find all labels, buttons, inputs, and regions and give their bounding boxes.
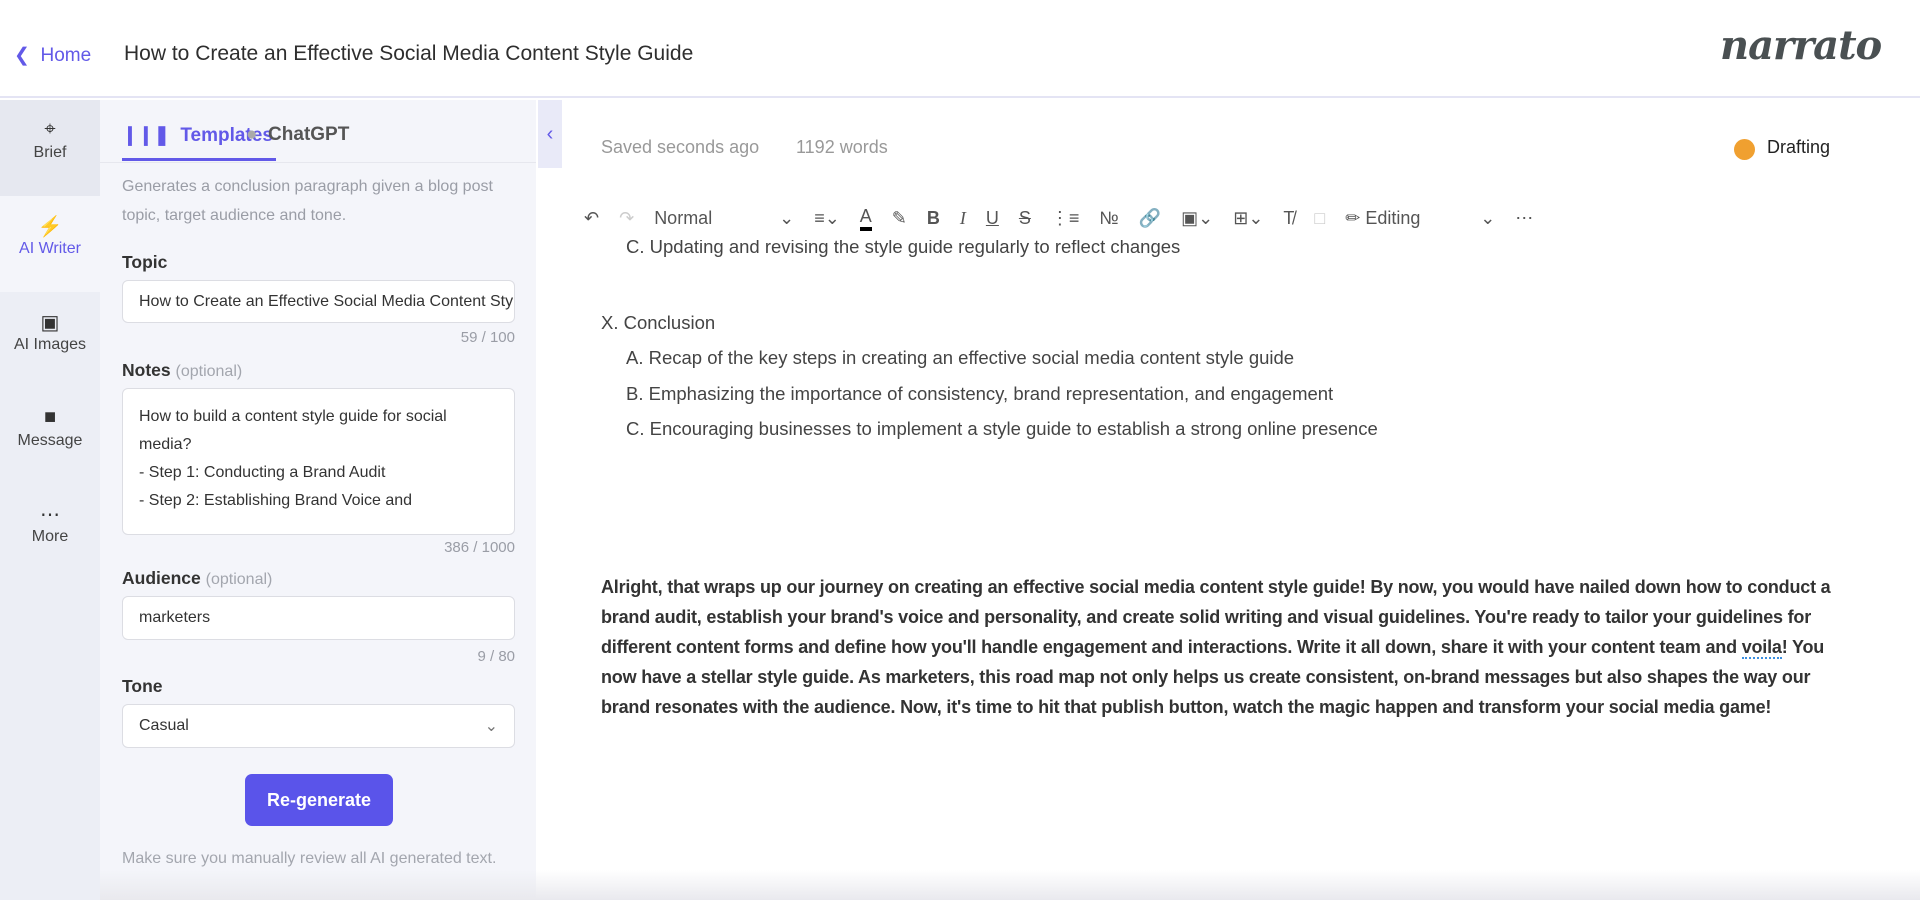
review-disclaimer: Make sure you manually review all AI gen… [122,850,497,867]
save-status: Saved seconds ago [601,137,760,157]
underline-icon[interactable]: U [986,208,999,229]
chevron-left-icon: ‹ [546,122,554,145]
status-dot [1734,139,1755,160]
audience-input[interactable]: marketers [122,596,515,640]
topic-label: Topic [122,252,168,272]
pencil-icon: ✏ [1345,207,1361,228]
comment-icon[interactable]: □ [1314,208,1325,229]
lightning-icon: ⚡ [37,216,63,238]
notes-label: Notes (optional) [122,360,242,381]
narrato-logo: narrato [1720,22,1882,69]
active-tab-underline [122,158,276,161]
outline-heading: X. Conclusion [601,312,716,333]
tone-label: Tone [122,676,163,696]
editor-toolbar: ↶ ↷ Normal ⌄ ≡⌄ A ✎ B I U S ⋮≡ № 🔗 ▣⌄ ⊞⌄ … [584,200,1784,236]
notes-textarea[interactable]: How to build a content style guide for s… [122,388,515,535]
home-link[interactable]: ❮ Home [14,44,91,67]
rail-label: AI Writer [19,240,81,257]
rail-item-ai-writer[interactable]: ⚡ AI Writer [0,196,100,292]
undo-icon[interactable]: ↶ [584,208,599,229]
home-label: Home [40,45,92,66]
paragraph-style-value: Normal [654,207,713,228]
numbered-list-icon[interactable]: № [1099,208,1118,229]
books-icon: ❙❙❚ [122,125,170,146]
align-icon[interactable]: ≡⌄ [814,208,840,229]
rail-label: Message [17,432,83,449]
topic-input[interactable]: How to Create an Effective Social Media … [122,280,515,323]
tab-divider [100,162,536,163]
notes-label-text: Notes [122,360,171,380]
redo-icon[interactable]: ↷ [619,208,634,229]
left-rail: ⌖ Brief ⚡ AI Writer ▣ AI Images ■ Message ⋯ M… [0,100,100,900]
tab-chatgpt[interactable]: ● ChatGPT [246,124,349,146]
highlight-icon[interactable]: ✎ [892,208,907,229]
audience-label: Audience (optional) [122,568,272,589]
image-icon[interactable]: ▣⌄ [1181,208,1213,229]
audience-counter: 9 / 80 [477,648,515,665]
bottom-shadow [100,870,1920,900]
notes-counter: 386 / 1000 [444,539,515,556]
outline-line: C. Updating and revising the style guide… [626,240,1181,257]
rail-item-more[interactable]: ⋯ More [0,484,100,580]
more-options-icon[interactable]: ⋯ [1515,208,1533,229]
bold-icon[interactable]: B [927,208,940,229]
chat-icon: ■ [43,406,57,428]
audience-label-text: Audience [122,568,201,588]
optional-hint: (optional) [205,571,273,588]
rail-item-ai-images[interactable]: ▣ AI Images [0,292,100,388]
font-color-icon[interactable]: A [859,206,872,231]
tone-value: Casual [139,717,189,734]
crosshair-icon: ⌖ [44,118,56,140]
paragraph-text: Alright, that wraps up our journey on cr… [601,577,1831,657]
chevron-left-icon: ❮ [14,45,30,66]
topic-counter: 59 / 100 [460,329,515,346]
spellcheck-flagged-word[interactable]: voila [1741,637,1782,659]
template-description: Generates a conclusion paragraph given a… [122,178,493,224]
document-title: How to Create an Effective Social Media … [124,42,694,65]
outline-line: A. Recap of the key steps in creating an… [626,347,1295,368]
rail-item-brief[interactable]: ⌖ Brief [0,100,100,196]
image-icon: ▣ [40,312,60,334]
editing-mode-value: Editing [1365,207,1421,228]
rail-item-message[interactable]: ■ Message [0,388,100,484]
outline-line: C. Encouraging businesses to implement a… [626,418,1378,439]
table-icon[interactable]: ⊞⌄ [1233,208,1263,229]
chevron-down-icon: ⌄ [484,718,498,735]
link-icon[interactable]: 🔗 [1139,208,1161,229]
chevron-down-icon: ⌄ [1480,207,1496,228]
strikethrough-icon[interactable]: S [1019,208,1031,229]
optional-hint: (optional) [175,363,243,380]
word-count: 1192 words [796,137,888,157]
regenerate-button[interactable]: Re-generate [245,774,393,826]
editor-content[interactable]: C. Updating and revising the style guide… [601,240,1861,840]
status-badge[interactable]: Drafting [1767,137,1830,158]
rail-label: Brief [33,144,67,161]
bullet-list-icon[interactable]: ⋮≡ [1051,208,1080,229]
chat-bubbles-icon: ● [246,124,258,145]
chevron-down-icon: ⌄ [779,207,795,228]
paragraph-style-dropdown[interactable]: Normal ⌄ [654,208,794,229]
rail-label: More [31,528,69,545]
rail-label: AI Images [13,336,87,353]
italic-icon[interactable]: I [960,208,966,229]
editing-mode-dropdown[interactable]: ✏ Editing ⌄ [1345,208,1495,229]
outline-line: B. Emphasizing the importance of consist… [626,383,1334,404]
ai-writer-panel: ❙❙❚ Templates ● ChatGPT Generates a conc… [100,100,536,900]
tab-label: ChatGPT [268,124,350,145]
collapse-panel-button[interactable]: ‹ [538,100,562,168]
tone-select[interactable]: Casual ⌄ [122,704,515,748]
generated-conclusion-paragraph: Alright, that wraps up our journey on cr… [601,572,1861,722]
more-icon: ⋯ [40,504,60,526]
top-header: ❮ Home How to Create an Effective Social… [0,0,1920,98]
clear-format-icon[interactable]: T̸ [1283,208,1294,229]
